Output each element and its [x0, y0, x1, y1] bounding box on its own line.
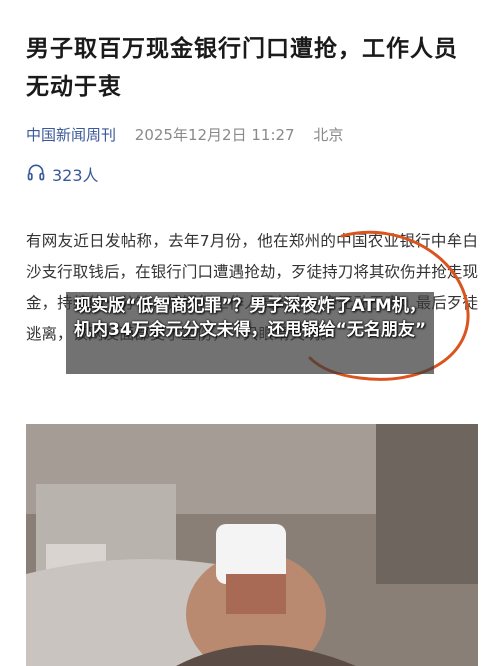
source-name[interactable]: 中国新闻周刊 — [26, 126, 116, 144]
publish-time: 2025年12月2日 11:27 — [134, 126, 295, 144]
article-photo[interactable] — [26, 424, 478, 666]
article-meta: 中国新闻周刊 2025年12月2日 11:27 北京 — [26, 124, 476, 145]
publish-location: 北京 — [313, 126, 344, 144]
article-headline: 男子取百万现金银行门口遭抢，工作人员无动于衷 — [26, 36, 458, 100]
listen-count[interactable]: 323人 — [26, 162, 99, 186]
article-container: 男子取百万现金银行门口遭抢，工作人员无动于衷 中国新闻周刊 2025年12月2日… — [0, 0, 500, 666]
caption-overlay-text[interactable]: 现实版“低智商犯罪”？男子深夜炸了ATM机，机内34万余元分文未得，还甩锅给“无… — [66, 294, 434, 342]
headphones-icon — [26, 162, 46, 186]
listen-count-label: 323人 — [52, 166, 99, 185]
